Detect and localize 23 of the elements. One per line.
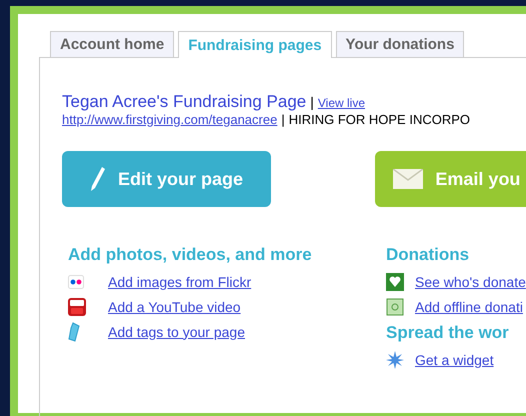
- separator: |: [281, 112, 285, 127]
- page-url-link[interactable]: http://www.firstgiving.com/teganacree: [62, 112, 278, 127]
- banknote-icon: [386, 298, 404, 316]
- pencil-icon: [90, 166, 106, 192]
- section-heading: Add photos, videos, and more: [68, 245, 313, 265]
- link[interactable]: Add tags to your page: [108, 324, 245, 340]
- two-dots-icon: [68, 274, 84, 288]
- separator: |: [310, 94, 314, 110]
- envelope-icon: [393, 169, 424, 189]
- tag-icon: [68, 322, 80, 342]
- link[interactable]: Add offline donati: [415, 298, 523, 314]
- section-heading: Spread the wor: [386, 323, 510, 343]
- view-live-link[interactable]: View live: [318, 96, 366, 110]
- link[interactable]: Add images from Flickr: [108, 274, 252, 290]
- organization-name: HIRING FOR HOPE INCORPO: [288, 112, 470, 127]
- starburst-icon: [386, 350, 404, 368]
- page-title: Tegan Acree's Fundraising Page: [62, 92, 306, 112]
- tab[interactable]: Your donations: [336, 31, 464, 57]
- link[interactable]: See who's donate: [415, 274, 526, 290]
- section-heading: Donations: [386, 245, 470, 265]
- tab[interactable]: Account home: [50, 31, 174, 57]
- link[interactable]: Get a widget: [415, 352, 494, 368]
- link[interactable]: Add a YouTube video: [108, 298, 241, 314]
